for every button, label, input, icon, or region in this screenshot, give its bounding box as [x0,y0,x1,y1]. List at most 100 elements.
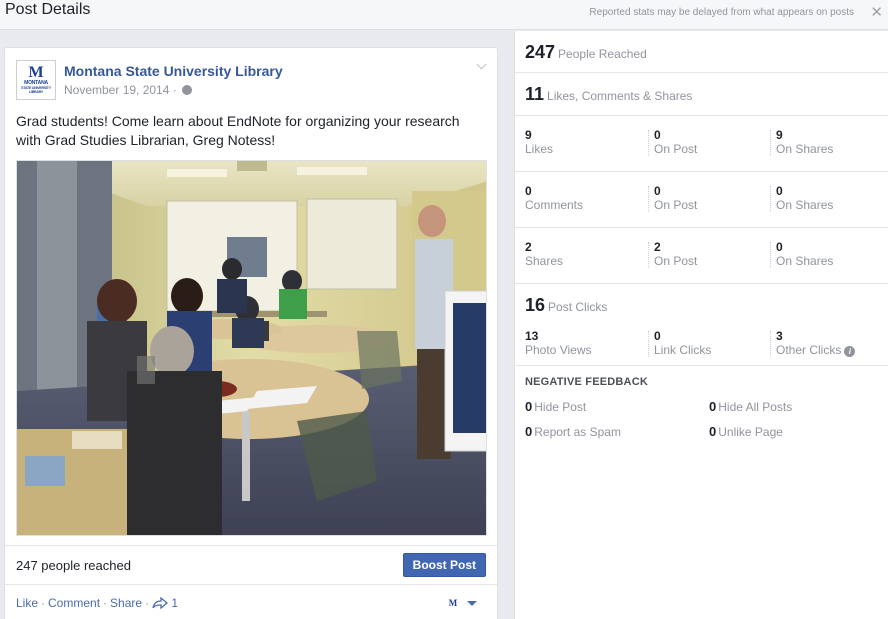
photo-views-cell: 13 Photo Views [525,329,592,357]
clicks-section: 16 Post Clicks 13 Photo Views 0 Link Clicks… [515,284,888,366]
dialog-title: Post Details [5,1,91,18]
post-preview-pane: M MONTANA STATE UNIVERSITY LIBRARY Monta… [0,31,514,619]
divider [770,130,771,156]
comments-on-post-label: On Post [654,198,698,212]
link-clicks-label: Link Clicks [654,343,712,357]
hide-all-posts-label: Hide All Posts [718,400,793,414]
engagement-value: 11 [525,84,545,104]
reach-value: 247 [525,42,556,62]
post-card: M MONTANA STATE UNIVERSITY LIBRARY Monta… [4,47,498,619]
comments-on-shares-label: On Shares [776,198,834,212]
share-link[interactable]: Share [110,596,142,610]
comments-value: 0 [525,184,532,198]
divider [770,242,771,268]
shares-on-post-label: On Post [654,254,698,268]
comments-cell: 0 Comments [525,184,583,212]
divider [770,331,771,357]
hide-post-label: Hide Post [534,400,587,414]
other-clicks-value: 3 [776,329,783,343]
date-separator: · [172,83,177,97]
shares-on-post-cell: 2 On Post [654,240,697,268]
classroom-photo-illustration [17,161,486,535]
share-arrow-icon[interactable] [152,597,169,609]
shares-cell: 2 Shares [525,240,563,268]
shares-on-post-value: 2 [654,240,661,254]
link-clicks-value: 0 [654,329,661,343]
photo-views-label: Photo Views [525,343,592,357]
negative-feedback-title: NEGATIVE FEEDBACK [525,376,648,388]
globe-icon [182,85,193,95]
shares-on-shares-value: 0 [776,240,783,254]
caret-down-icon [467,600,477,606]
hide-all-posts-value: 0 [709,399,717,414]
engagement-section: 11 Likes, Comments & Shares [515,73,888,116]
reach-row: 247 people reached Boost Post [5,545,497,585]
close-icon[interactable]: ✕ [870,3,883,21]
comments-on-post-value: 0 [654,184,661,198]
unlike-page-label: Unlike Page [718,425,783,439]
reach-stat: 247 People Reached [525,42,647,63]
info-icon[interactable]: i [844,346,856,357]
post-as-selector[interactable]: M [445,595,477,611]
comments-on-post-cell: 0 On Post [654,184,697,212]
post-text: Grad students! Come learn about EndNote … [16,113,460,148]
shares-label: Shares [525,254,564,268]
comments-on-shares-cell: 0 On Shares [776,184,833,212]
page-mini-avatar: M [448,598,458,608]
unlike-page-value: 0 [709,424,717,439]
logo-m-icon: M [28,64,44,81]
likes-row: 9 Likes 0 On Post 9 On Shares [515,116,888,172]
report-spam-label: Report as Spam [534,425,621,439]
page-logo[interactable]: M MONTANA STATE UNIVERSITY LIBRARY [16,60,56,100]
post-date[interactable]: November 19, 2014 · [64,83,193,97]
clicks-stat: 16 Post Clicks [525,295,607,316]
post-date-text[interactable]: November 19, 2014 [64,83,169,97]
hide-post-stat: 0 Hide Post [525,399,586,414]
link-clicks-cell: 0 Link Clicks [654,329,711,357]
delay-notice: Reported stats may be delayed from what … [589,7,854,18]
reach-label: People Reached [558,47,647,61]
shares-row: 2 Shares 2 On Post 0 On Shares [515,228,888,284]
engagement-stat: 11 Likes, Comments & Shares [525,84,692,105]
dialog-header: Post Details Reported stats may be delay… [0,0,888,30]
report-spam-value: 0 [525,424,533,439]
likes-cell: 9 Likes [525,128,553,156]
action-separator: · [41,596,46,610]
comments-label: Comments [525,198,584,212]
likes-label: Likes [525,142,554,156]
chevron-down-icon[interactable] [476,61,486,71]
likes-on-post-cell: 0 On Post [654,128,697,156]
likes-on-shares-label: On Shares [776,142,834,156]
boost-post-button[interactable]: Boost Post [402,553,486,577]
divider [770,186,771,212]
clicks-label: Post Clicks [548,300,608,314]
likes-value: 9 [525,128,532,142]
people-reached-text[interactable]: 247 people reached [16,558,131,573]
comments-on-shares-value: 0 [776,184,783,198]
shares-value: 2 [525,240,532,254]
other-clicks-cell: 3 Other Clicks i [776,329,856,357]
hide-post-value: 0 [525,399,533,414]
likes-on-post-value: 0 [654,128,661,142]
divider [648,130,649,156]
share-count[interactable]: 1 [171,596,178,610]
stats-pane: 247 People Reached 11 Likes, Comments & Sh… [514,31,888,619]
comments-row: 0 Comments 0 On Post 0 On Shares [515,172,888,228]
logo-text-3: LIBRARY [28,90,44,94]
reach-section: 247 People Reached [515,31,888,73]
action-separator: · [145,596,150,610]
hide-all-posts-stat: 0 Hide All Posts [709,399,792,414]
engagement-label: Likes, Comments & Shares [547,89,693,103]
divider [648,331,649,357]
like-link[interactable]: Like [16,596,38,610]
clicks-value: 16 [525,295,546,315]
unlike-page-stat: 0 Unlike Page [709,424,783,439]
shares-on-shares-cell: 0 On Shares [776,240,833,268]
likes-on-shares-cell: 9 On Shares [776,128,833,156]
post-photo[interactable] [16,160,487,536]
action-separator: · [103,596,108,610]
divider [648,186,649,212]
comment-link[interactable]: Comment [48,596,100,610]
likes-on-post-label: On Post [654,142,698,156]
page-name-link[interactable]: Montana State University Library [64,63,283,79]
